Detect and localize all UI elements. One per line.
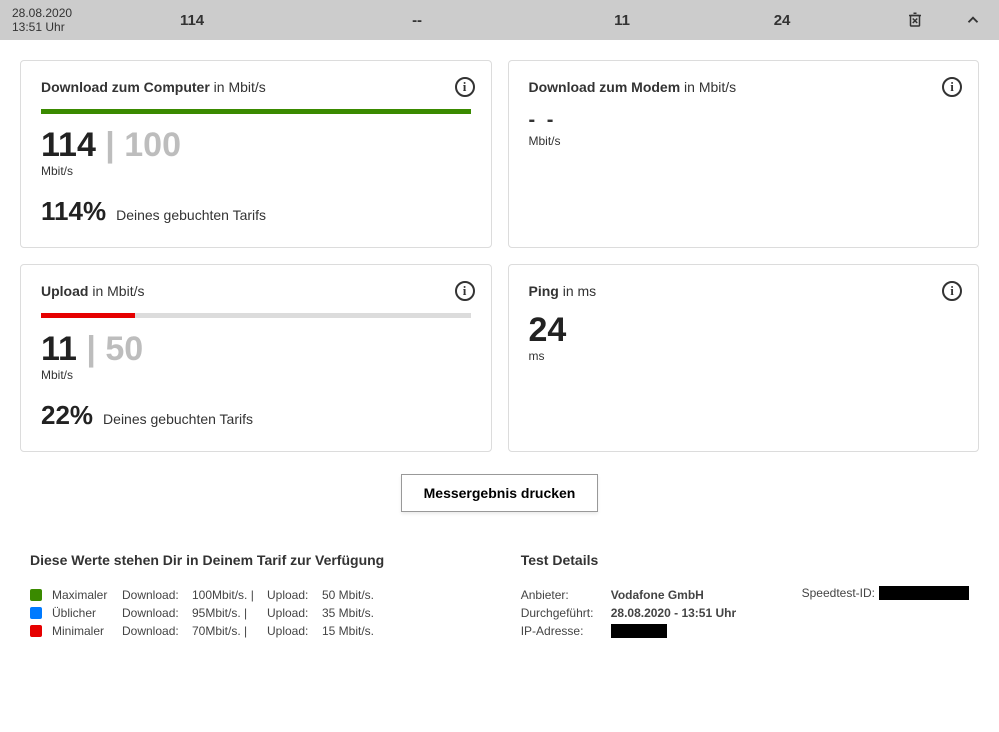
progress-fill: [41, 109, 471, 114]
swatch-blue-icon: [30, 607, 42, 619]
card-ping: i Ping in ms 24 ms: [508, 264, 980, 452]
topbar-datetime: 28.08.2020 13:51 Uhr: [12, 6, 72, 35]
collapse-icon[interactable]: [959, 6, 987, 34]
details-heading: Test Details: [521, 552, 772, 568]
target-value: 100: [124, 126, 181, 164]
redacted-id: [879, 586, 969, 600]
card-title-rest: in Mbit/s: [88, 283, 144, 299]
info-icon[interactable]: i: [455, 77, 475, 97]
content-area: i Download zum Computer in Mbit/s 114 | …: [0, 40, 999, 662]
topbar-download-value: 114: [72, 12, 312, 29]
topbar-modem-value: --: [312, 12, 522, 29]
card-title-rest: in Mbit/s: [680, 79, 736, 95]
topbar-time: 13:51 Uhr: [12, 20, 72, 34]
card-title-bold: Download zum Computer: [41, 79, 210, 95]
topbar-upload-value: 11: [522, 12, 722, 29]
ping-value: 24: [529, 313, 959, 347]
details-section: Test Details Anbieter: Vodafone GmbH Dur…: [521, 552, 969, 642]
tariff-dl-value: 95Mbit/s. |: [192, 606, 267, 620]
tariff-dl-label: Download:: [122, 624, 192, 638]
card-title-rest: in Mbit/s: [210, 79, 266, 95]
percent-label: Deines gebuchten Tarifs: [116, 207, 266, 223]
unit-label: Mbit/s: [529, 134, 959, 148]
card-title-bold: Download zum Modem: [529, 79, 681, 95]
measured-value: 114: [41, 126, 96, 164]
swatch-green-icon: [30, 589, 42, 601]
print-result-button[interactable]: Messergebnis drucken: [401, 474, 599, 512]
tariff-heading: Diese Werte stehen Dir in Deinem Tarif z…: [30, 552, 481, 568]
percent-value: 114%: [41, 196, 106, 227]
detail-provider: Anbieter: Vodafone GmbH: [521, 588, 772, 602]
detail-label: IP-Adresse:: [521, 624, 611, 638]
tariff-section: Diese Werte stehen Dir in Deinem Tarif z…: [30, 552, 481, 642]
card-title-rest: in ms: [559, 283, 596, 299]
detail-value: Vodafone GmbH: [611, 588, 704, 602]
tariff-dl-label: Download:: [122, 588, 192, 602]
value-separator: |: [96, 126, 124, 164]
info-icon[interactable]: i: [942, 281, 962, 301]
unit-label: Mbit/s: [41, 164, 471, 178]
summary-topbar: 28.08.2020 13:51 Uhr 114 -- 11 24: [0, 0, 999, 40]
unit-label: ms: [529, 349, 959, 363]
card-upload: i Upload in Mbit/s 11 | 50 Mbit/s 22% De…: [20, 264, 492, 452]
tariff-row-min: Minimaler Download: 70Mbit/s. | Upload: …: [30, 624, 481, 638]
progress-fill: [41, 313, 135, 318]
card-title: Download zum Computer in Mbit/s: [41, 79, 471, 95]
detail-speedtest-id: Speedtest-ID:: [802, 586, 969, 600]
detail-label: Speedtest-ID:: [802, 586, 875, 600]
card-title-bold: Upload: [41, 283, 88, 299]
detail-label: Anbieter:: [521, 588, 611, 602]
card-download-modem: i Download zum Modem in Mbit/s - - Mbit/…: [508, 60, 980, 248]
unit-label: Mbit/s: [41, 368, 471, 382]
tariff-dl-value: 100Mbit/s. |: [192, 588, 267, 602]
card-title: Download zum Modem in Mbit/s: [529, 79, 959, 95]
tariff-ul-label: Upload:: [267, 624, 322, 638]
topbar-date: 28.08.2020: [12, 6, 72, 20]
tariff-ul-label: Upload:: [267, 606, 322, 620]
detail-performed: Durchgeführt: 28.08.2020 - 13:51 Uhr: [521, 606, 772, 620]
modem-value: - -: [529, 109, 959, 132]
redacted-ip: [611, 624, 667, 638]
card-title: Upload in Mbit/s: [41, 283, 471, 299]
card-title: Ping in ms: [529, 283, 959, 299]
card-title-bold: Ping: [529, 283, 559, 299]
delete-icon[interactable]: [901, 6, 929, 34]
tariff-dl-label: Download:: [122, 606, 192, 620]
tariff-ul-value: 15 Mbit/s.: [322, 624, 392, 638]
detail-ip: IP-Adresse:: [521, 624, 772, 638]
progress-bar: [41, 313, 471, 318]
upload-value: 11 | 50: [41, 332, 471, 366]
info-icon[interactable]: i: [455, 281, 475, 301]
percent-label: Deines gebuchten Tarifs: [103, 411, 253, 427]
tariff-ul-value: 35 Mbit/s.: [322, 606, 392, 620]
tariff-ul-label: Upload:: [267, 588, 322, 602]
topbar-ping-value: 24: [722, 12, 842, 29]
tariff-ul-value: 50 Mbit/s.: [322, 588, 392, 602]
percent-value: 22%: [41, 400, 93, 431]
tariff-name: Maximaler: [52, 588, 122, 602]
tariff-row-max: Maximaler Download: 100Mbit/s. | Upload:…: [30, 588, 481, 602]
measured-value: 11: [41, 330, 77, 368]
progress-bar: [41, 109, 471, 114]
tariff-name: Üblicher: [52, 606, 122, 620]
value-separator: |: [77, 330, 105, 368]
tariff-dl-value: 70Mbit/s. |: [192, 624, 267, 638]
swatch-red-icon: [30, 625, 42, 637]
info-icon[interactable]: i: [942, 77, 962, 97]
detail-value: 28.08.2020 - 13:51 Uhr: [611, 606, 736, 620]
download-value: 114 | 100: [41, 128, 471, 162]
card-download-computer: i Download zum Computer in Mbit/s 114 | …: [20, 60, 492, 248]
tariff-row-usual: Üblicher Download: 95Mbit/s. | Upload: 3…: [30, 606, 481, 620]
target-value: 50: [105, 330, 143, 368]
tariff-name: Minimaler: [52, 624, 122, 638]
detail-label: Durchgeführt:: [521, 606, 611, 620]
